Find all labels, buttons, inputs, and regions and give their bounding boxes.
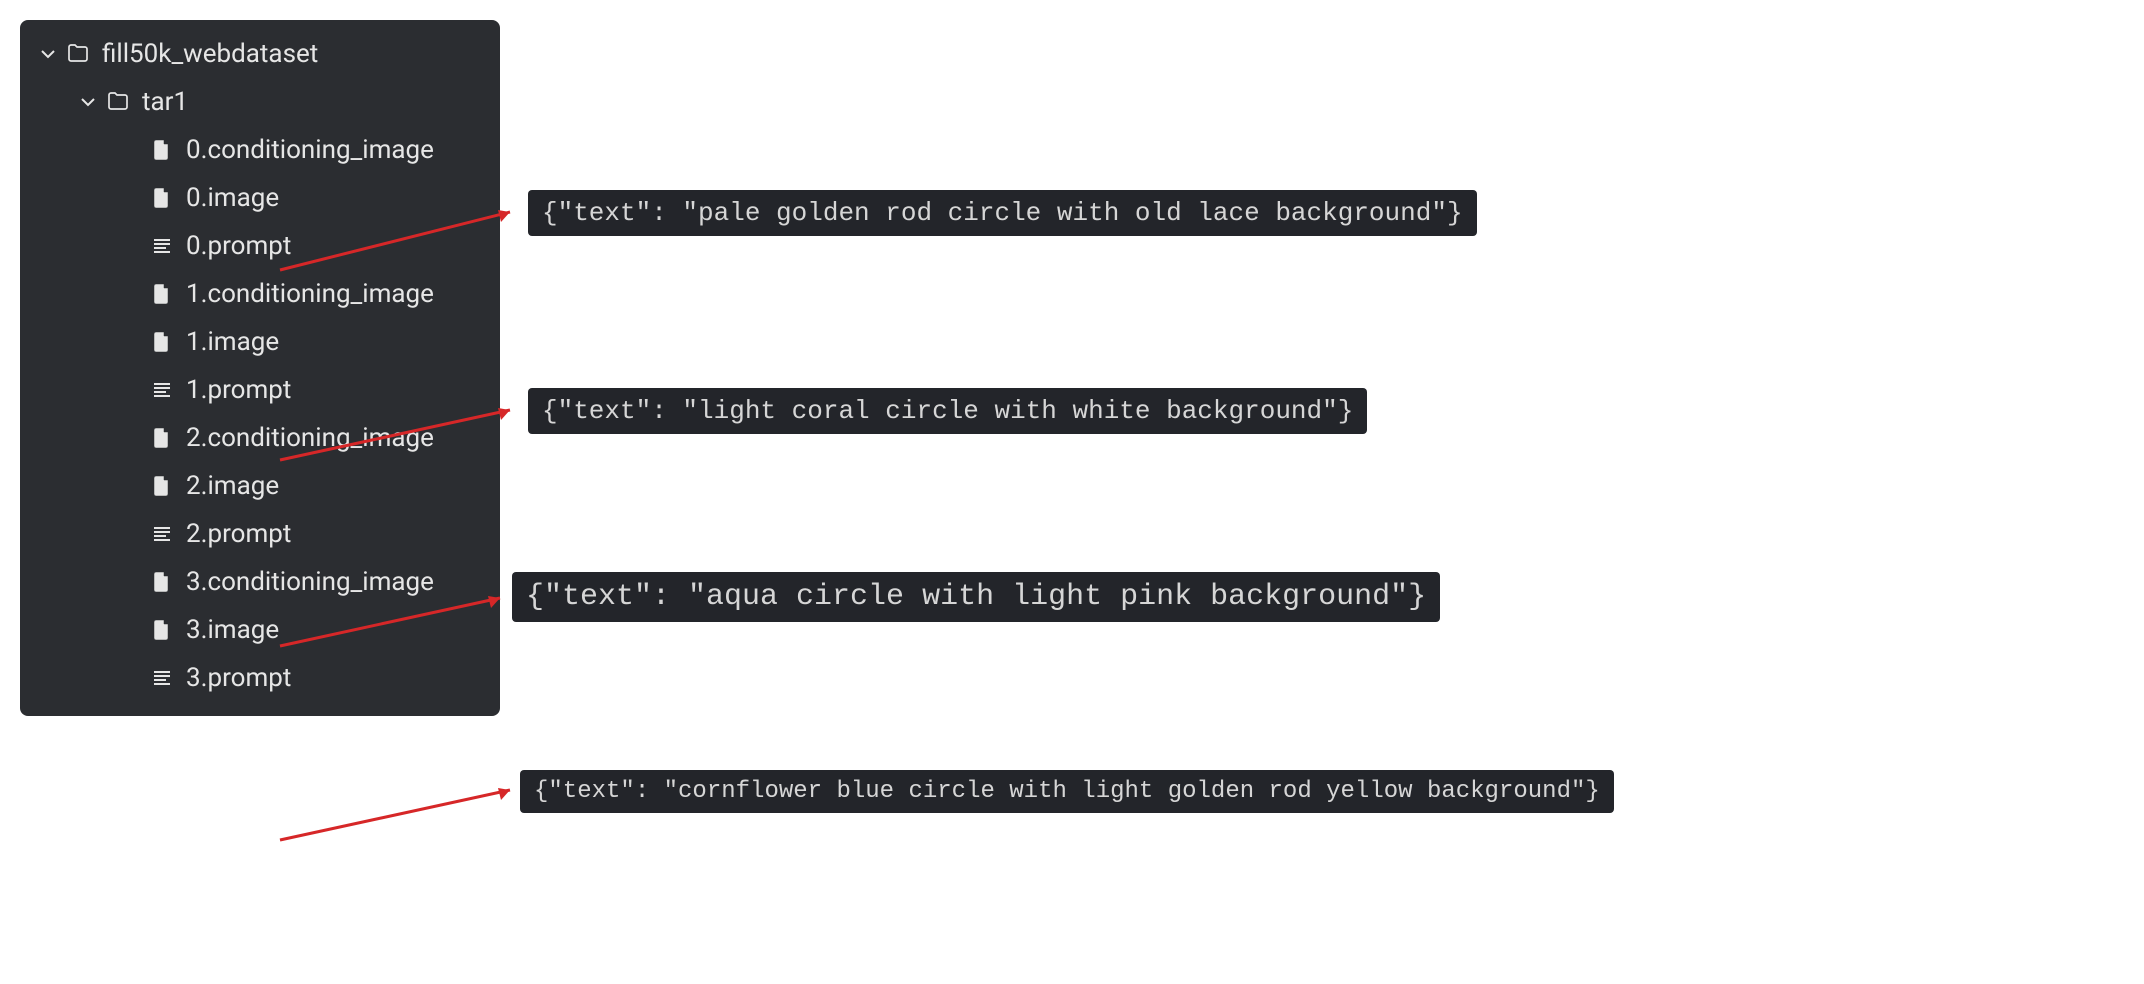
tree-file-2-image[interactable]: 2.image	[20, 462, 500, 510]
tree-file-label: 3.prompt	[186, 663, 291, 693]
tree-file-0-image[interactable]: 0.image	[20, 174, 500, 222]
code-preview-content: {"text": "aqua circle with light pink ba…	[526, 580, 1426, 614]
tree-file-label: 3.image	[186, 615, 279, 645]
file-icon	[148, 330, 176, 354]
chevron-down-icon	[78, 94, 98, 110]
code-preview-content: {"text": "cornflower blue circle with li…	[534, 778, 1600, 805]
tree-file-2-conditioning-image[interactable]: 2.conditioning_image	[20, 414, 500, 462]
text-file-icon	[148, 234, 176, 258]
text-file-icon	[148, 522, 176, 546]
tree-file-label: 3.conditioning_image	[186, 567, 434, 597]
tree-file-label: 1.conditioning_image	[186, 279, 434, 309]
tree-folder-label: fill50k_webdataset	[102, 39, 318, 69]
code-preview-3: {"text": "cornflower blue circle with li…	[520, 770, 1614, 813]
folder-icon	[104, 90, 132, 114]
code-preview-content: {"text": "pale golden rod circle with ol…	[542, 198, 1463, 228]
code-preview-1: {"text": "light coral circle with white …	[528, 388, 1367, 434]
folder-icon	[64, 42, 92, 66]
file-icon	[148, 570, 176, 594]
tree-file-label: 2.prompt	[186, 519, 291, 549]
tree-file-0-conditioning-image[interactable]: 0.conditioning_image	[20, 126, 500, 174]
tree-file-label: 2.image	[186, 471, 279, 501]
file-icon	[148, 282, 176, 306]
tree-file-1-prompt[interactable]: 1.prompt	[20, 366, 500, 414]
arrow-annotation	[270, 782, 530, 852]
text-file-icon	[148, 666, 176, 690]
file-icon	[148, 186, 176, 210]
code-preview-0: {"text": "pale golden rod circle with ol…	[528, 190, 1477, 236]
tree-file-2-prompt[interactable]: 2.prompt	[20, 510, 500, 558]
tree-file-label: 1.prompt	[186, 375, 291, 405]
tree-file-label: 2.conditioning_image	[186, 423, 434, 453]
code-preview-content: {"text": "light coral circle with white …	[542, 396, 1353, 426]
tree-file-1-image[interactable]: 1.image	[20, 318, 500, 366]
tree-file-label: 0.image	[186, 183, 279, 213]
text-file-icon	[148, 378, 176, 402]
tree-file-label: 0.prompt	[186, 231, 291, 261]
tree-file-1-conditioning-image[interactable]: 1.conditioning_image	[20, 270, 500, 318]
tree-file-3-image[interactable]: 3.image	[20, 606, 500, 654]
file-icon	[148, 618, 176, 642]
tree-file-3-prompt[interactable]: 3.prompt	[20, 654, 500, 702]
tree-file-0-prompt[interactable]: 0.prompt	[20, 222, 500, 270]
code-preview-2: {"text": "aqua circle with light pink ba…	[512, 572, 1440, 622]
tree-folder-tar1[interactable]: tar1	[20, 78, 500, 126]
file-icon	[148, 138, 176, 162]
file-icon	[148, 426, 176, 450]
tree-folder-root[interactable]: fill50k_webdataset	[20, 30, 500, 78]
tree-file-label: 0.conditioning_image	[186, 135, 434, 165]
file-icon	[148, 474, 176, 498]
tree-file-3-conditioning-image[interactable]: 3.conditioning_image	[20, 558, 500, 606]
chevron-down-icon	[38, 46, 58, 62]
tree-folder-label: tar1	[142, 87, 188, 117]
file-tree-panel: fill50k_webdataset tar1 0.conditioning_i…	[20, 20, 500, 716]
tree-file-label: 1.image	[186, 327, 279, 357]
